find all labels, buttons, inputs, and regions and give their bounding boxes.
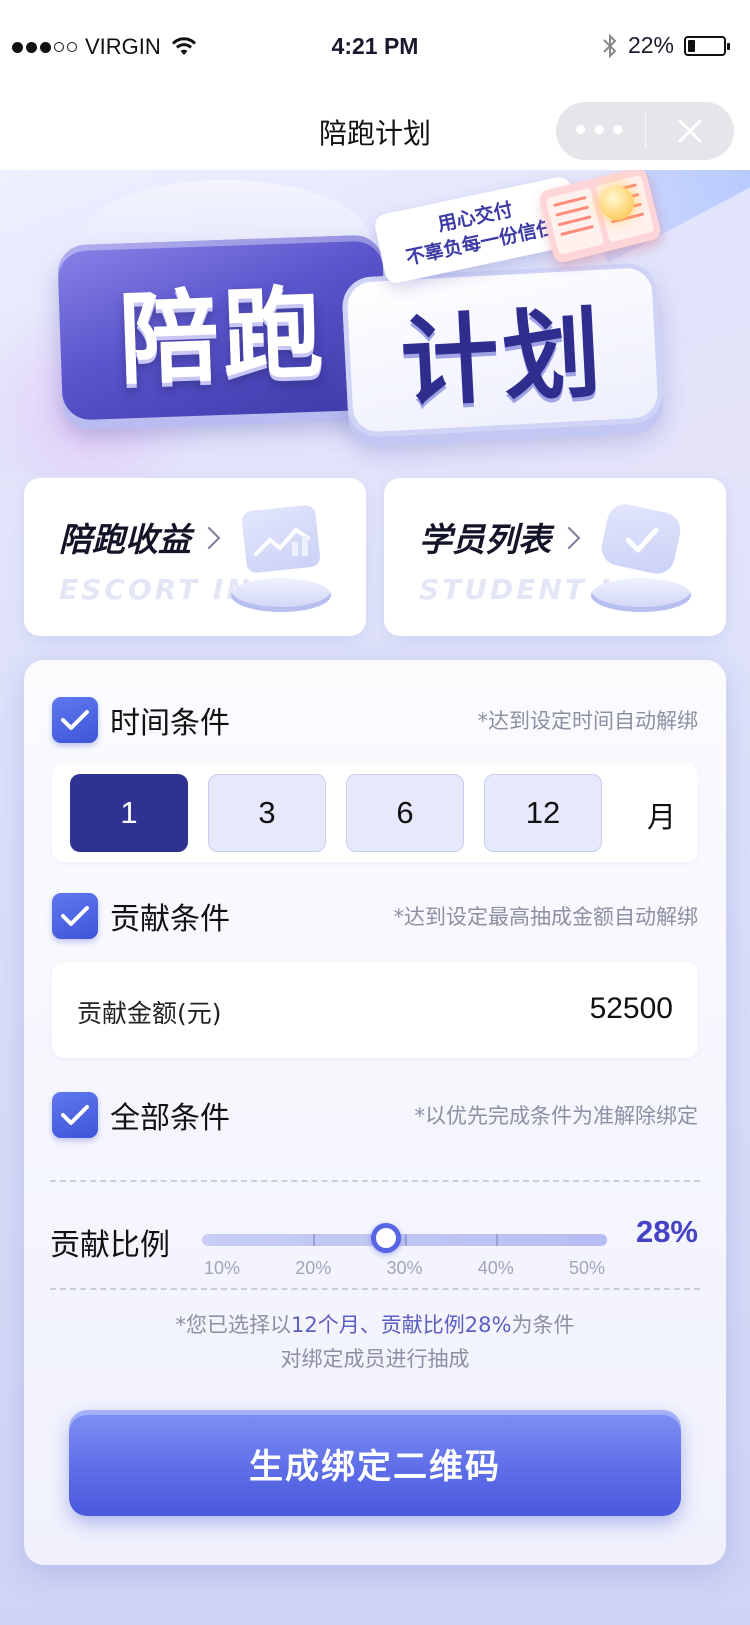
divider	[50, 1288, 700, 1290]
slider-tick	[495, 1234, 498, 1246]
ratio-scale-label: 40%	[477, 1258, 514, 1278]
all-conditions-note: *以优先完成条件为准解除绑定	[414, 1104, 699, 1128]
status-bar: VIRGIN 4:21 PM 22%	[0, 0, 750, 90]
bluetooth-icon	[603, 33, 617, 58]
contribution-amount-value[interactable]: 52500	[590, 992, 673, 1026]
ratio-scale-label: 20%	[295, 1258, 332, 1278]
contribution-ratio-value: 28%	[635, 1214, 698, 1249]
month-unit: 月	[646, 800, 676, 834]
contribution-ratio-label: 贡献比例	[50, 1228, 170, 1263]
all-conditions-row: 全部条件 *以优先完成条件为准解除绑定	[52, 1092, 698, 1138]
contribution-ratio-slider-track[interactable]	[202, 1234, 607, 1246]
status-right: 22%	[602, 32, 730, 59]
shield-check-illustration-icon	[586, 498, 696, 618]
summary-suffix: 为条件	[511, 1313, 575, 1337]
divider	[50, 1180, 700, 1182]
close-button[interactable]	[646, 118, 735, 144]
summary-highlight: 12个月、贡献比例28%	[291, 1313, 512, 1337]
time-condition-label: 时间条件	[110, 706, 230, 741]
time-condition-checkbox[interactable]	[52, 697, 98, 743]
all-conditions-label: 全部条件	[110, 1101, 230, 1136]
generate-qr-code-button[interactable]: 生成绑定二维码	[69, 1410, 681, 1516]
ratio-scale-label: 10%	[203, 1258, 241, 1278]
hero-title-right-badge: 计划	[341, 261, 664, 439]
ratio-scale-label: 50%	[568, 1258, 606, 1278]
escort-income-title: 陪跑收益	[59, 513, 221, 561]
check-icon	[61, 1105, 89, 1125]
summary-prefix: *您已选择以	[175, 1313, 292, 1337]
hero-title-left-badge: 陪跑	[57, 234, 388, 421]
month-option-12[interactable]: 12	[484, 774, 602, 852]
selection-summary-line2: 对绑定成员进行抽成	[280, 1347, 470, 1371]
hero-title-right: 计划	[398, 296, 608, 422]
mini-program-capsule: •••	[556, 102, 734, 160]
more-button[interactable]: •••	[556, 116, 645, 146]
student-list-title: 学员列表	[419, 513, 581, 561]
student-list-label: 学员列表	[419, 520, 551, 559]
slider-tick	[404, 1234, 407, 1246]
month-option-3[interactable]: 3	[208, 774, 326, 852]
month-option-1[interactable]: 1	[70, 774, 188, 852]
close-icon	[678, 119, 702, 143]
ratio-scale-label: 30%	[386, 1258, 423, 1278]
lightbulb-icon	[600, 186, 634, 220]
battery-icon	[684, 35, 730, 56]
contribution-condition-label: 贡献条件	[110, 902, 230, 937]
capsule-divider	[644, 114, 646, 148]
all-conditions-checkbox[interactable]	[52, 1092, 98, 1138]
hero-title-left: 陪跑	[116, 274, 329, 399]
contribution-condition-checkbox[interactable]	[52, 893, 98, 939]
battery-percent: 22%	[627, 32, 674, 58]
slider-tick	[313, 1234, 316, 1246]
nav-bar: 陪跑计划 •••	[0, 90, 750, 170]
month-selector: 1 3 6 12 月	[52, 764, 698, 862]
escort-income-label: 陪跑收益	[59, 520, 191, 559]
chart-illustration-icon	[226, 498, 336, 618]
check-icon	[61, 906, 89, 926]
contribution-ratio-slider-handle[interactable]	[371, 1223, 402, 1253]
selection-summary: *您已选择以12个月、贡献比例28%为条件	[24, 1308, 726, 1342]
contribution-amount-field[interactable]: 贡献金额(元) 52500	[52, 962, 698, 1058]
escort-income-card[interactable]: ESCORT INCO 陪跑收益	[24, 478, 366, 636]
hero-banner: 陪跑 计划 用心交付 不辜负每一份信任	[0, 170, 750, 475]
contribution-condition-note: *达到设定最高抽成金额自动解绑	[393, 905, 699, 929]
contribution-amount-label: 贡献金额(元)	[77, 999, 222, 1028]
student-list-card[interactable]: STUDENT LIS 学员列表	[384, 478, 726, 636]
chevron-right-icon	[197, 526, 221, 550]
chevron-right-icon	[557, 526, 581, 550]
time-condition-note: *达到设定时间自动解绑	[477, 709, 699, 733]
month-option-6[interactable]: 6	[346, 774, 464, 852]
contribution-condition-row: 贡献条件 *达到设定最高抽成金额自动解绑	[52, 893, 698, 939]
binding-settings-card: 时间条件 *达到设定时间自动解绑 1 3 6 12 月 贡献条件 *达到设定最高…	[24, 660, 726, 1565]
time-condition-row: 时间条件 *达到设定时间自动解绑	[52, 697, 698, 743]
check-icon	[61, 710, 89, 730]
